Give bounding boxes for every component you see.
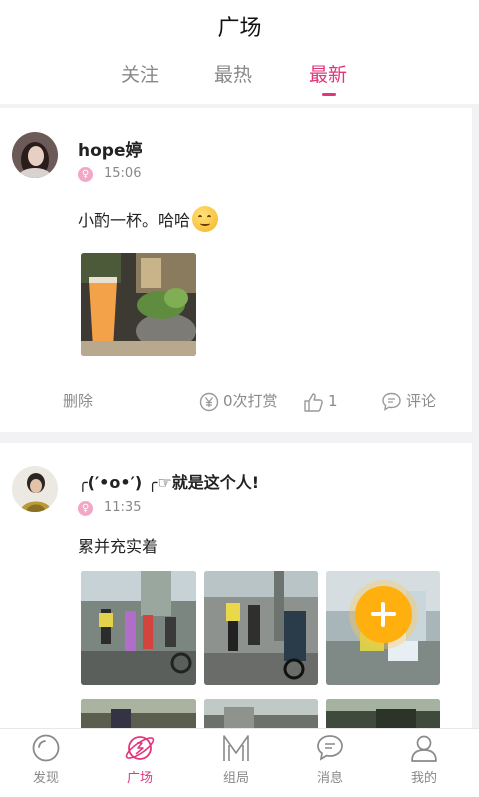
post-photo[interactable] — [204, 699, 318, 728]
post-photo[interactable] — [81, 571, 196, 685]
nav-item-plaza[interactable]: 广场 — [100, 729, 180, 797]
tab-hot[interactable]: 最热 — [193, 60, 273, 87]
yen-coin-icon — [199, 392, 219, 411]
tab-latest[interactable]: 最新 — [288, 60, 368, 96]
comment-label: 评论 — [406, 392, 437, 410]
post-photo[interactable] — [326, 699, 440, 728]
post-text: 小酌一杯。哈哈 — [78, 206, 219, 232]
post-time: 15:06 — [104, 166, 142, 181]
post-text-body: 小酌一杯。哈哈 — [78, 211, 191, 230]
active-tab-indicator — [322, 93, 336, 96]
delete-button[interactable]: 删除 — [63, 389, 93, 413]
nav-item-profile[interactable]: 我的 — [384, 729, 464, 797]
username[interactable]: hope婷 — [78, 136, 142, 161]
nav-label: 广场 — [126, 771, 153, 786]
post-actions: 删除 0次打赏 1 评论 — [0, 389, 472, 413]
group-icon — [223, 735, 249, 761]
comment-icon — [382, 392, 401, 411]
like-count: 1 — [328, 392, 338, 410]
discover-icon — [32, 734, 60, 762]
post-card: hope婷 ♀ 15:06 小酌一杯。哈哈 删除 0次打赏 1 评论 — [0, 108, 472, 432]
reward-button[interactable]: 0次打赏 — [199, 389, 278, 413]
smiling-face-icon — [192, 206, 219, 232]
nav-item-discover[interactable]: 发现 — [6, 729, 86, 797]
page-title: 广场 — [217, 16, 262, 41]
reward-label: 0次打赏 — [223, 392, 278, 410]
tab-bar: 关注 最热 最新 — [0, 60, 479, 96]
like-button[interactable]: 1 — [302, 389, 338, 413]
nav-item-messages[interactable]: 消息 — [290, 729, 370, 797]
header: 广场 关注 最热 最新 — [0, 0, 479, 104]
nav-label: 组局 — [222, 771, 249, 786]
tab-following[interactable]: 关注 — [100, 60, 180, 87]
thumbs-up-icon — [304, 392, 323, 412]
plus-icon[interactable] — [355, 586, 412, 643]
post-photo[interactable] — [81, 699, 196, 728]
bottom-nav: 发现 广场 组局 消息 我的 — [0, 728, 479, 797]
gender-badge-icon: ♀ — [78, 501, 93, 516]
profile-icon — [411, 735, 437, 762]
post-text: 累并充实着 — [78, 537, 159, 556]
nav-item-group[interactable]: 组局 — [196, 729, 276, 797]
post-card: ╭(′•o•′) ╭☞就是这个人! ♀ 11:35 累并充实着 — [0, 443, 472, 728]
gender-badge-icon: ♀ — [78, 167, 93, 182]
username[interactable]: ╭(′•o•′) ╭☞就是这个人! — [78, 469, 259, 493]
avatar[interactable] — [12, 132, 58, 178]
message-icon — [317, 735, 343, 761]
tab-latest-label: 最新 — [308, 64, 347, 86]
post-time: 11:35 — [104, 500, 142, 515]
comment-button[interactable]: 评论 — [381, 389, 436, 413]
post-photo[interactable] — [81, 253, 196, 356]
nav-label: 消息 — [316, 771, 343, 786]
plaza-icon — [125, 736, 155, 760]
post-photo[interactable] — [204, 571, 318, 685]
nav-label: 我的 — [410, 771, 437, 786]
avatar[interactable] — [12, 466, 58, 512]
nav-label: 发现 — [32, 771, 59, 786]
